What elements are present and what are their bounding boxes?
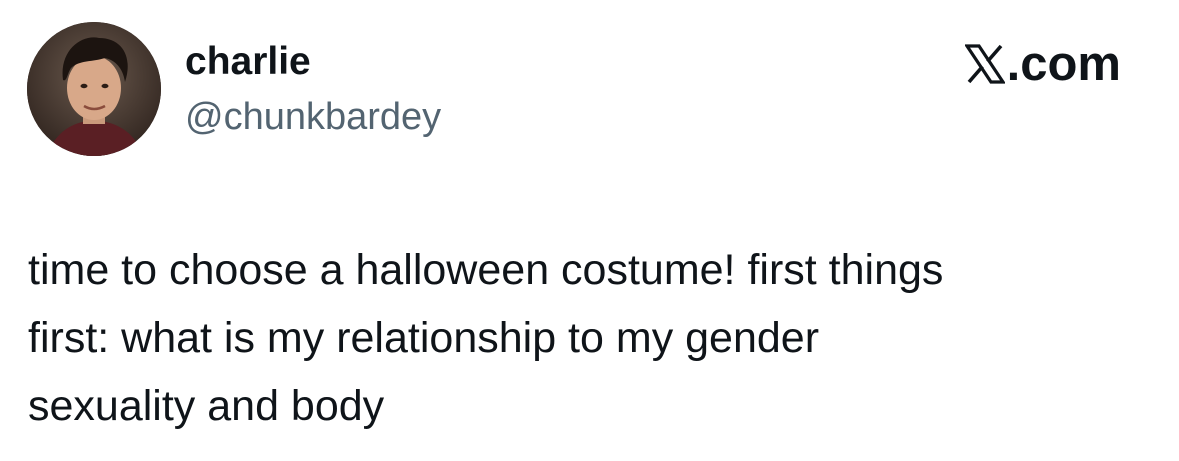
author-handle[interactable]: @chunkbardey	[185, 93, 441, 141]
avatar-photo	[27, 22, 161, 156]
brand-watermark: .com	[964, 36, 1121, 92]
tweet-text-line: sexuality and body	[28, 382, 385, 430]
tweet-card: charlie @chunkbardey .com time to choose…	[0, 0, 1179, 461]
tweet-text-line: first: what is my relationship to my gen…	[28, 314, 820, 362]
x-logo-icon	[964, 44, 1005, 84]
tweet-text-line: time to choose a halloween costume! firs…	[28, 246, 944, 294]
tweet-text: time to choose a halloween costume! firs…	[28, 236, 1148, 440]
author-display-name[interactable]: charlie	[185, 38, 311, 86]
brand-domain-suffix: .com	[1006, 37, 1121, 91]
avatar[interactable]	[27, 22, 161, 156]
